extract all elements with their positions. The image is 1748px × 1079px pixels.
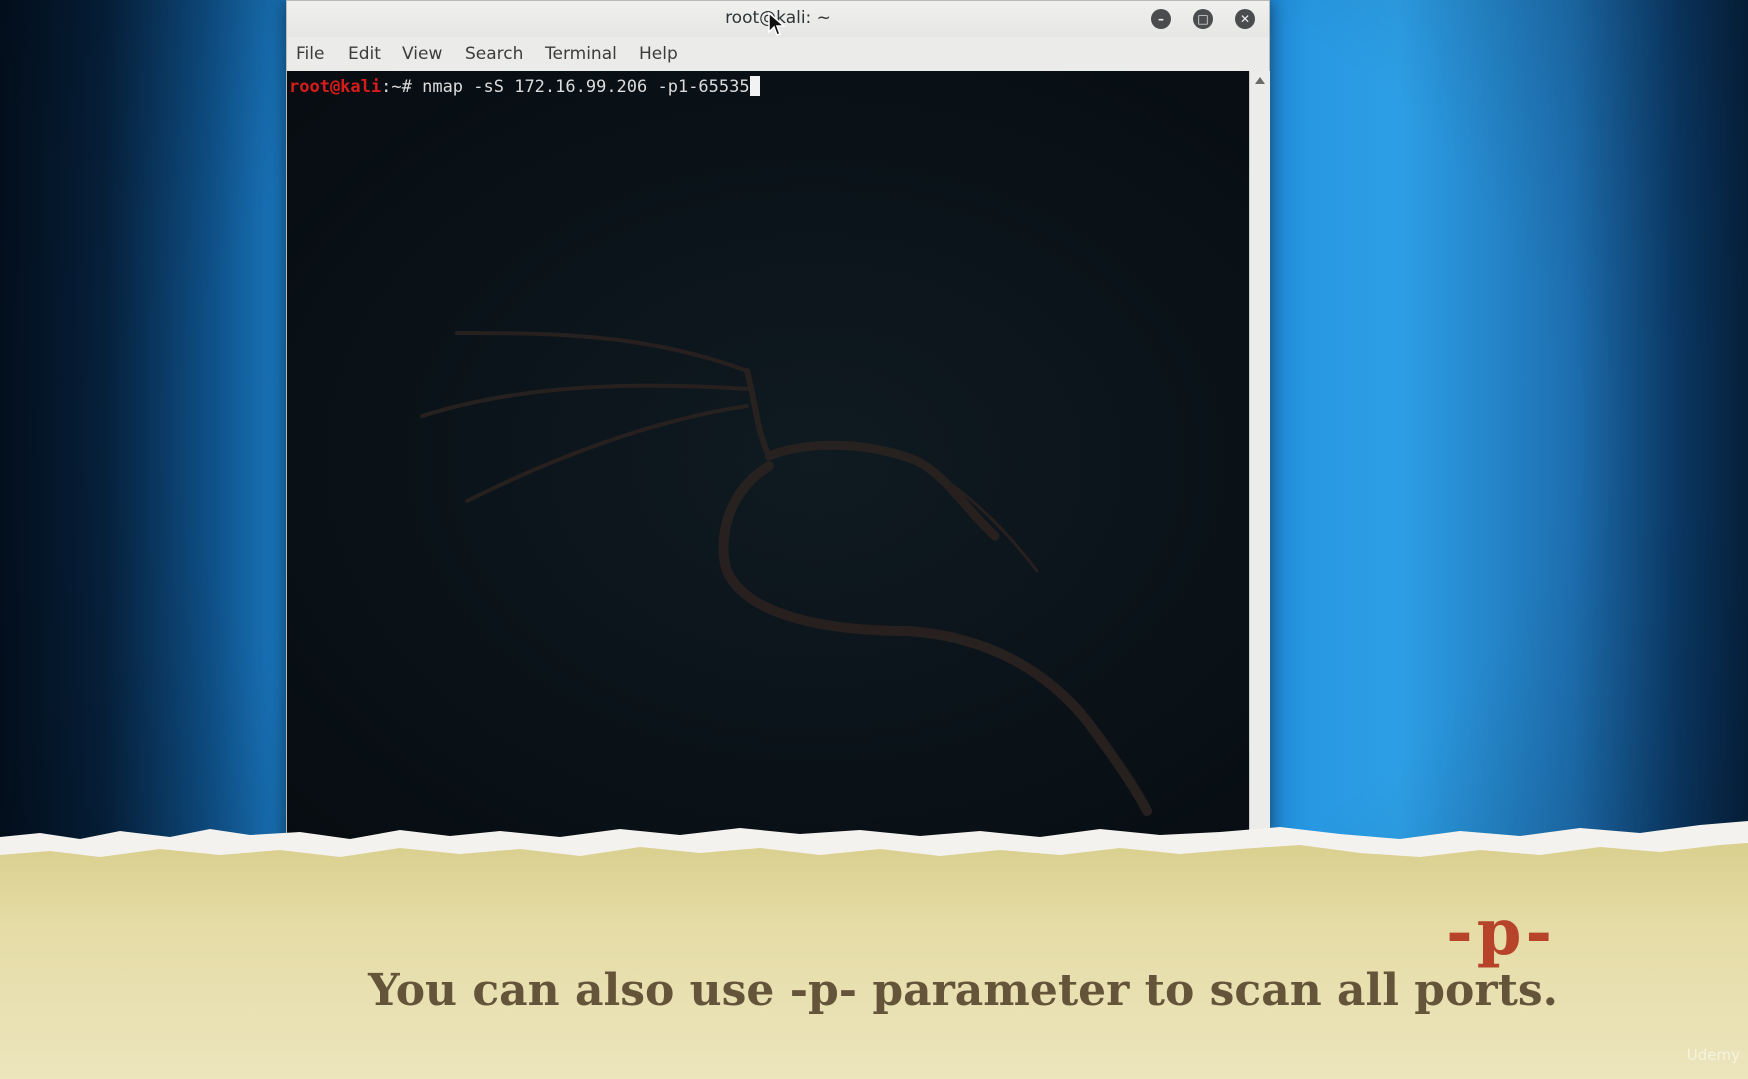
kali-dragon-logo <box>420 331 1152 816</box>
banner-caption: You can also use -p- parameter to scan a… <box>368 965 1558 1016</box>
prompt-path: ~# <box>391 77 423 97</box>
prompt-separator: : <box>381 77 392 97</box>
menu-help[interactable]: Help <box>639 44 678 64</box>
terminal-command: nmap -sS 172.16.99.206 -p1-65535 <box>422 77 750 97</box>
terminal-prompt-line: root@kali:~# nmap -sS 172.16.99.206 -p1-… <box>289 76 760 97</box>
menu-bar: File Edit View Search Terminal Help <box>287 37 1269 71</box>
menu-search[interactable]: Search <box>465 44 523 64</box>
udemy-watermark: Udemy <box>1686 1046 1740 1064</box>
menu-terminal[interactable]: Terminal <box>545 44 617 64</box>
close-icon[interactable]: ✕ <box>1235 9 1255 29</box>
text-cursor <box>749 76 760 96</box>
menu-edit[interactable]: Edit <box>348 44 381 64</box>
banner-heading: -p- <box>1446 895 1556 970</box>
terminal-window[interactable]: root@kali: ~ – □ ✕ File Edit View Search… <box>286 0 1270 852</box>
terminal-scrollbar[interactable] <box>1249 71 1270 851</box>
menu-file[interactable]: File <box>296 44 324 64</box>
menu-view[interactable]: View <box>402 44 442 64</box>
scroll-up-icon[interactable] <box>1255 77 1265 84</box>
minimize-icon[interactable]: – <box>1151 9 1171 29</box>
terminal-area[interactable]: root@kali:~# nmap -sS 172.16.99.206 -p1-… <box>287 71 1249 851</box>
prompt-user: root@kali <box>289 77 382 97</box>
mouse-pointer-icon <box>768 12 786 36</box>
maximize-icon[interactable]: □ <box>1193 9 1213 29</box>
